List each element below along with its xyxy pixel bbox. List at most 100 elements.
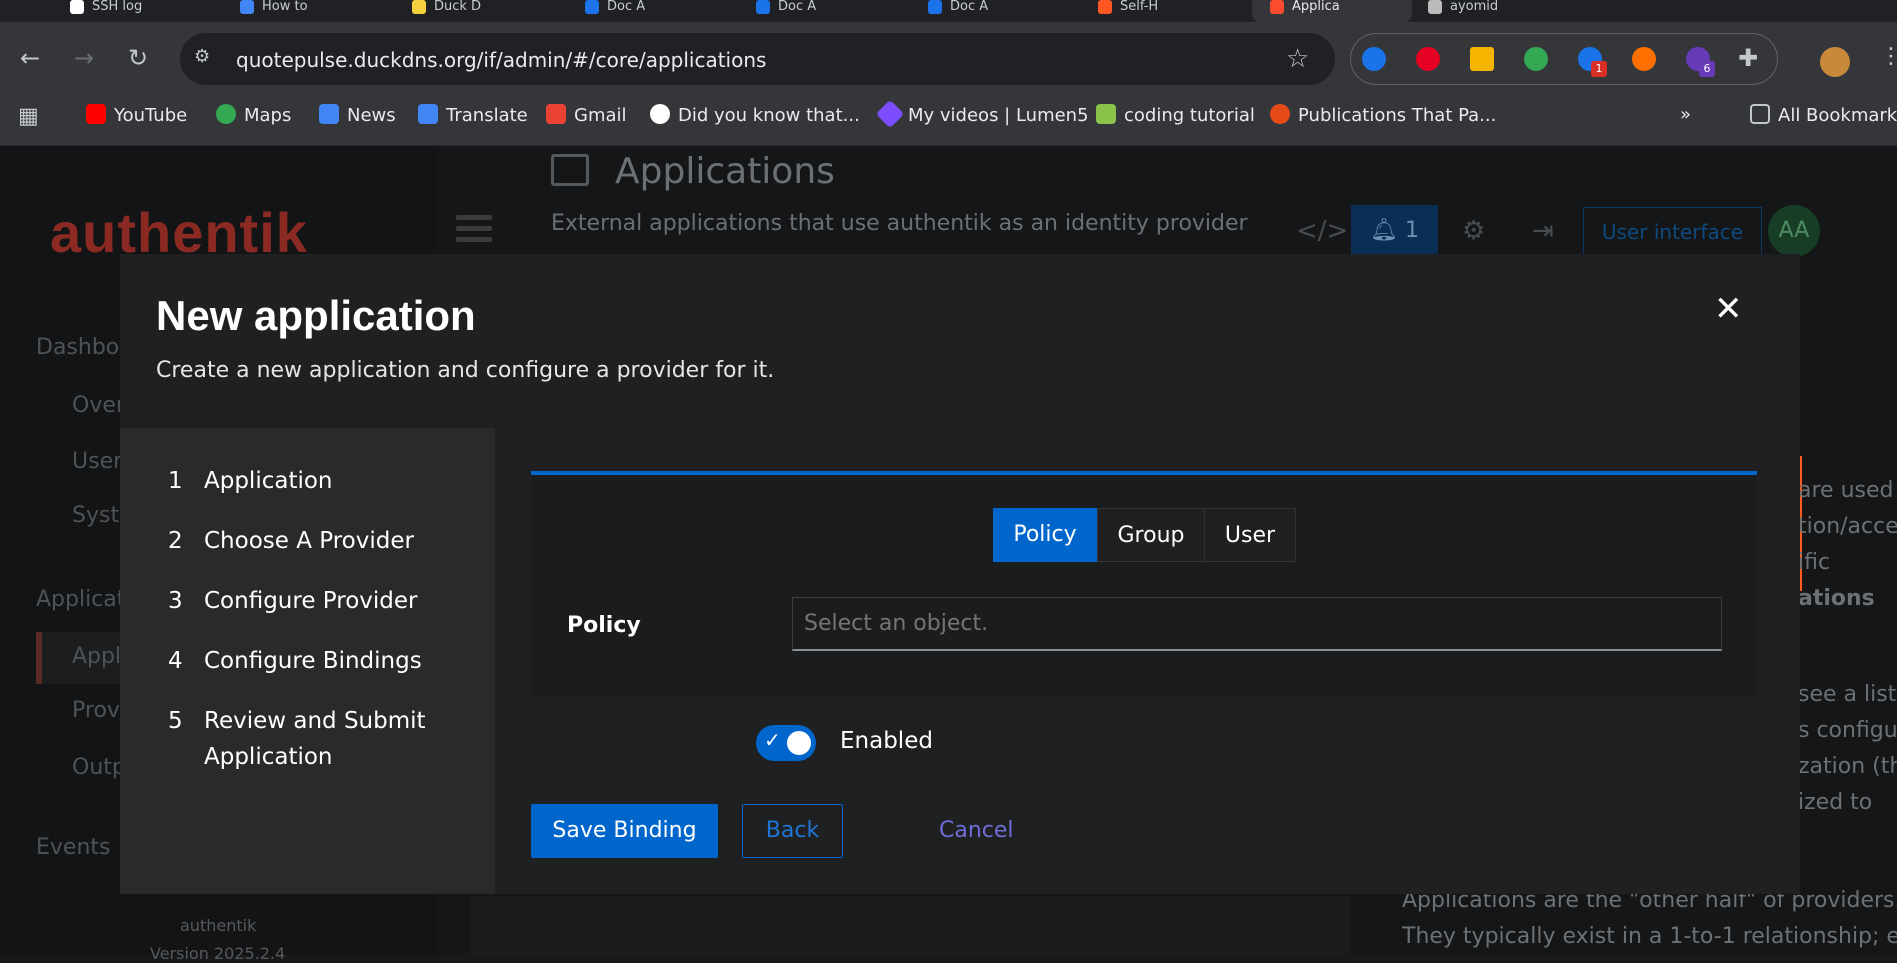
save-binding-button[interactable]: Save Binding bbox=[531, 804, 718, 858]
robot-icon[interactable] bbox=[1524, 47, 1548, 71]
footer-version: Version 2025.2.4 bbox=[150, 944, 286, 963]
sidebar-item-applications[interactable]: Applicat bbox=[36, 587, 125, 612]
profile-avatar-icon[interactable] bbox=[1820, 47, 1850, 77]
step-number: 3 bbox=[168, 588, 183, 614]
tab-label: ayomid bbox=[1450, 0, 1499, 14]
user-interface-button[interactable]: User interface bbox=[1583, 207, 1762, 257]
apps-grid-icon[interactable]: ▦ bbox=[18, 104, 39, 129]
wizard-step-configure-provider[interactable]: 3 Configure Provider bbox=[168, 583, 417, 619]
bookmark-did-you-know[interactable]: Did you know that... bbox=[650, 104, 860, 127]
forward-arrow-icon[interactable]: → bbox=[74, 46, 94, 70]
bookmark-label: My videos | Lumen5 bbox=[908, 105, 1089, 126]
page-title: Applications bbox=[615, 151, 835, 192]
all-bookmarks[interactable]: All Bookmarks bbox=[1750, 104, 1897, 127]
translate-icon bbox=[418, 104, 438, 124]
youtube-icon bbox=[86, 104, 106, 124]
grid-color-icon[interactable] bbox=[1470, 47, 1494, 71]
sidebar-item-applications-sub[interactable]: Appli bbox=[72, 644, 127, 669]
duckdns-icon bbox=[412, 0, 426, 14]
hamburger-icon[interactable] bbox=[456, 215, 492, 243]
browser-tab[interactable]: Doc A bbox=[756, 0, 896, 22]
maps-icon bbox=[216, 104, 236, 124]
settings-gear-icon[interactable]: ⚙ bbox=[1462, 216, 1485, 246]
wizard-step-review-submit[interactable]: 5 Review and Submit bbox=[168, 703, 426, 739]
reload-icon[interactable]: ↻ bbox=[128, 46, 148, 70]
close-icon[interactable]: ✕ bbox=[1714, 292, 1743, 326]
tab-label: Doc A bbox=[607, 0, 646, 14]
toggle-knob bbox=[787, 731, 811, 755]
step-label: Choose A Provider bbox=[204, 528, 414, 554]
modal-title: New application bbox=[156, 292, 476, 339]
browser-tab[interactable]: Duck D bbox=[412, 0, 552, 22]
browser-tab[interactable]: Self-H bbox=[1098, 0, 1238, 22]
site-info-icon[interactable]: ⚙ bbox=[194, 46, 218, 70]
page-icon bbox=[1428, 0, 1442, 14]
sidebar-item-user[interactable]: User bbox=[72, 449, 122, 474]
wizard-step-configure-bindings[interactable]: 4 Configure Bindings bbox=[168, 643, 422, 679]
bookmark-maps[interactable]: Maps bbox=[216, 104, 291, 127]
wizard-step-application[interactable]: 1 Application bbox=[168, 463, 333, 499]
bell-icon: 🔔︎ bbox=[1370, 218, 1405, 243]
enabled-toggle[interactable]: ✓ bbox=[756, 725, 816, 761]
help-text: are used f bbox=[1798, 478, 1897, 503]
help-text: ific bbox=[1798, 550, 1831, 575]
step-label: Application bbox=[204, 744, 333, 770]
api-code-icon[interactable]: </> bbox=[1296, 216, 1348, 246]
binding-type-group[interactable]: Group bbox=[1097, 508, 1205, 562]
browser-tab[interactable]: ayomid bbox=[1428, 0, 1578, 22]
bookmark-lumen5[interactable]: My videos | Lumen5 bbox=[875, 99, 1089, 129]
bookmark-label: Translate bbox=[446, 105, 528, 126]
bookmark-label: Publications That Pa... bbox=[1298, 105, 1497, 126]
wizard-step-choose-provider[interactable]: 2 Choose A Provider bbox=[168, 523, 414, 559]
sidebar-item-overview[interactable]: Over bbox=[72, 393, 125, 418]
browser-tab[interactable]: Doc A bbox=[928, 0, 1068, 22]
sidebar-item-dashboard[interactable]: Dashbo bbox=[36, 335, 119, 360]
browser-tab[interactable]: SSH log bbox=[70, 0, 210, 22]
fox-icon[interactable] bbox=[1632, 47, 1656, 71]
menu-dots-icon[interactable]: ⋮ bbox=[1880, 44, 1897, 69]
url-text[interactable]: quotepulse.duckdns.org/if/admin/#/core/a… bbox=[236, 48, 766, 72]
bookmark-label: Maps bbox=[244, 105, 292, 126]
puzzle-icon[interactable]: ✚ bbox=[1738, 44, 1758, 72]
page-description: External applications that use authentik… bbox=[551, 211, 1248, 236]
help-text: see a list bbox=[1798, 682, 1897, 707]
back-arrow-icon[interactable]: ← bbox=[20, 46, 40, 70]
browser-tab[interactable]: How to bbox=[240, 0, 380, 22]
binding-type-user[interactable]: User bbox=[1205, 508, 1296, 562]
pinterest-icon[interactable] bbox=[1416, 47, 1440, 71]
extension-q-icon[interactable] bbox=[1362, 47, 1386, 71]
background-card bbox=[470, 896, 1350, 955]
cancel-button[interactable]: Cancel bbox=[939, 818, 1014, 843]
binding-type-policy[interactable]: Policy bbox=[993, 508, 1097, 562]
sidebar-item-providers[interactable]: Provi bbox=[72, 698, 126, 723]
policy-select-input[interactable] bbox=[792, 597, 1722, 651]
docs-icon bbox=[240, 0, 254, 14]
bookmark-news[interactable]: News bbox=[319, 104, 396, 127]
notifications-button[interactable]: 🔔︎ 1 bbox=[1351, 205, 1438, 257]
browser-tab[interactable]: Doc A bbox=[585, 0, 725, 22]
avatar[interactable]: AA bbox=[1768, 205, 1820, 257]
applications-icon bbox=[551, 154, 589, 186]
bookmark-star-icon[interactable]: ☆ bbox=[1286, 44, 1309, 74]
bookmark-coding-tutorial[interactable]: coding tutorial bbox=[1096, 104, 1255, 127]
tab-label: SSH log bbox=[92, 0, 143, 14]
tab-label: Duck D bbox=[434, 0, 482, 14]
bookmark-label: Gmail bbox=[574, 105, 627, 126]
bookmark-youtube[interactable]: YouTube bbox=[86, 104, 187, 127]
bookmark-translate[interactable]: Translate bbox=[418, 104, 528, 127]
bookmark-publications[interactable]: Publications That Pa... bbox=[1270, 104, 1496, 127]
bookmark-gmail[interactable]: Gmail bbox=[546, 104, 627, 127]
logout-icon[interactable]: ⇥ bbox=[1532, 216, 1554, 246]
back-button[interactable]: Back bbox=[742, 804, 843, 858]
doc-icon bbox=[928, 0, 942, 14]
news-icon bbox=[319, 104, 339, 124]
browser-tab-active[interactable]: Applica bbox=[1252, 0, 1412, 22]
more-bookmarks-icon[interactable]: » bbox=[1680, 104, 1691, 126]
step-number: 2 bbox=[168, 528, 183, 554]
github-icon bbox=[70, 0, 84, 14]
step-label: Review and Submit bbox=[204, 708, 426, 734]
binding-form-card bbox=[531, 471, 1757, 696]
sidebar-item-outposts[interactable]: Outp bbox=[72, 755, 126, 780]
extension-badge: 1 bbox=[1591, 61, 1607, 77]
sidebar-item-events[interactable]: Events bbox=[36, 835, 111, 860]
